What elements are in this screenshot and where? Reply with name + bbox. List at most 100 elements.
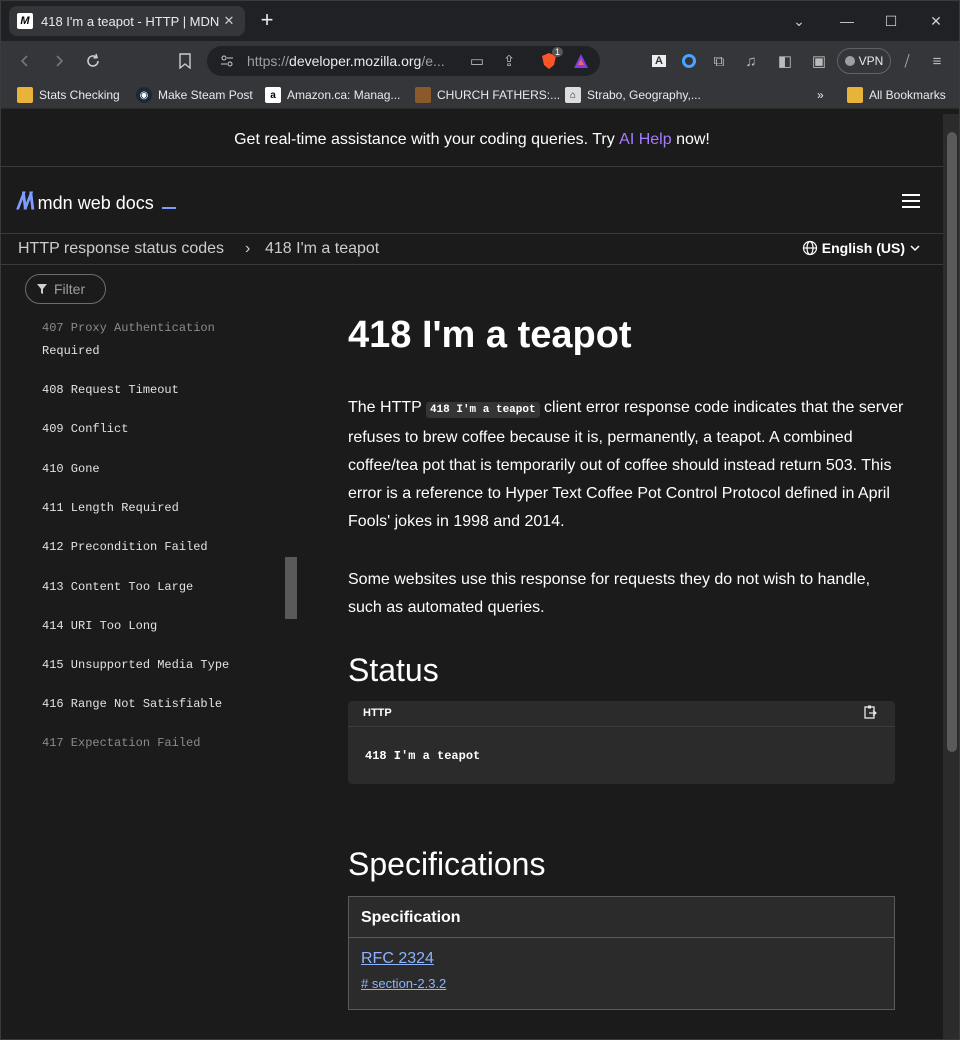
page-scrollbar[interactable] — [943, 114, 959, 1039]
sidebar-item-410[interactable]: 410 Gone — [42, 462, 100, 476]
copy-icon[interactable] — [862, 704, 878, 723]
url-path: /e... — [421, 53, 445, 69]
mdn-logo[interactable]: /\/\ mdn web docs — [17, 188, 176, 216]
code-text: 418 I'm a teapot — [365, 749, 481, 763]
browser-menu-icon[interactable]: ≡ — [925, 49, 949, 73]
mdn-favicon-icon: M — [17, 13, 33, 29]
bookmarks-overflow-icon[interactable]: » — [817, 86, 824, 104]
new-tab-button[interactable]: + — [255, 9, 279, 33]
tab-close-icon[interactable]: ✕ — [221, 13, 237, 29]
back-arrow-icon[interactable] — [13, 49, 37, 73]
cast-icon[interactable]: ▭ — [465, 49, 489, 73]
sidebar-item-408[interactable]: 408 Request Timeout — [42, 383, 179, 397]
translate-extension-icon[interactable]: A — [647, 49, 671, 73]
filter-placeholder: Filter — [54, 281, 86, 297]
forward-arrow-icon[interactable] — [47, 49, 71, 73]
close-window-icon[interactable]: ✕ — [912, 1, 959, 41]
bookmarks-bar: Stats Checking ◉ Make Steam Post a Amazon.… — [1, 81, 959, 109]
banner-text: Get real-time assistance with your codin… — [234, 131, 620, 148]
sidebar-item-415[interactable]: 415 Unsupported Media Type — [42, 658, 229, 672]
ai-help-link[interactable]: AI Help — [619, 131, 671, 149]
bookmark-church-fathers[interactable]: CHURCH FATHERS:... — [415, 86, 560, 104]
sidebar-toggle-icon[interactable]: ◧ — [773, 49, 797, 73]
hamburger-menu-icon[interactable] — [902, 194, 920, 208]
wallet-icon[interactable]: ▣ — [807, 49, 831, 73]
bookmark-label: All Bookmarks — [869, 88, 946, 102]
intro-text: The HTTP — [348, 399, 426, 416]
bookmark-make-steam-post[interactable]: ◉ Make Steam Post — [136, 86, 253, 104]
sidebar-item-412[interactable]: 412 Precondition Failed — [42, 540, 208, 554]
breadcrumb-separator: › — [245, 240, 251, 257]
sidebar-item-407[interactable]: 407 Proxy Authentication — [42, 321, 215, 335]
bookmark-label: Make Steam Post — [158, 88, 253, 102]
sidebar-item-417[interactable]: 417 Expectation Failed — [42, 736, 200, 750]
code-divider — [348, 726, 895, 727]
browser-window: M 418 I'm a teapot - HTTP | MDN ✕ + ⌄ — … — [0, 0, 960, 1040]
brave-shields-icon[interactable]: 1 — [537, 47, 564, 73]
sidebar-item-411[interactable]: 411 Length Required — [42, 501, 179, 515]
breadcrumb: HTTP response status codes › 418 I'm a t… — [1, 233, 943, 265]
tab-search-icon[interactable]: ⌄ — [775, 1, 823, 41]
spec-column-header: Specification — [349, 897, 894, 938]
chevron-down-icon — [910, 245, 920, 252]
mdn-logo-icon: /\/\ — [17, 188, 35, 215]
brave-badge: 1 — [552, 47, 564, 57]
second-paragraph: Some websites use this response for requ… — [348, 571, 871, 616]
site-info-icon[interactable] — [215, 49, 239, 73]
specifications-table: Specification RFC 2324 # section-2.3.2 — [348, 896, 895, 1010]
bookmark-icon[interactable] — [173, 49, 197, 73]
bookmark-label: Strabo, Geography,... — [587, 88, 701, 102]
media-music-icon[interactable]: ♫ — [739, 49, 763, 73]
address-bar[interactable]: https://developer.mozilla.org/e... ▭ ⇪ 1 — [207, 46, 600, 76]
minimize-icon[interactable]: — — [823, 1, 871, 41]
url-scheme: https:// — [247, 53, 290, 69]
intro-text-cont: client error response code indicates tha… — [348, 399, 904, 530]
sidebar-item-414[interactable]: 414 URI Too Long — [42, 619, 157, 633]
inline-code: 418 I'm a teapot — [425, 402, 540, 418]
status-heading: Status — [348, 652, 439, 688]
reload-icon[interactable] — [81, 49, 105, 73]
page-scrollbar-thumb[interactable] — [947, 132, 957, 752]
sidebar-item-413[interactable]: 413 Content Too Large — [42, 580, 193, 594]
maximize-icon[interactable]: ☐ — [867, 1, 915, 41]
share-icon[interactable]: ⇪ — [497, 49, 521, 73]
specifications-heading: Specifications — [348, 846, 546, 882]
section-link[interactable]: # section-2.3.2 — [361, 976, 882, 991]
extension-circle-icon[interactable] — [677, 49, 701, 73]
bookmark-label: Amazon.ca: Manag... — [287, 88, 401, 102]
tab-title: 418 I'm a teapot - HTTP | MDN — [41, 13, 220, 29]
bookmark-all-bookmarks[interactable]: All Bookmarks — [847, 86, 946, 104]
tab-strip: M 418 I'm a teapot - HTTP | MDN ✕ + ⌄ — … — [1, 1, 959, 41]
breadcrumb-current[interactable]: 418 I'm a teapot — [265, 240, 379, 258]
sidebar-nav: Filter 407 Proxy Authentication Required… — [1, 266, 299, 776]
tab-active[interactable]: M 418 I'm a teapot - HTTP | MDN ✕ — [9, 6, 245, 36]
extensions-puzzle-icon[interactable]: ⧉ — [707, 49, 731, 73]
spec-row: RFC 2324 # section-2.3.2 — [349, 938, 894, 1009]
ai-help-banner: Get real-time assistance with your codin… — [1, 114, 943, 167]
language-selector[interactable]: English (US) — [802, 240, 921, 256]
logo-text: mdn web docs — [37, 193, 154, 213]
folder-icon — [17, 87, 33, 103]
vpn-label: VPN — [858, 54, 884, 68]
rfc-2324-link[interactable]: RFC 2324 — [361, 950, 882, 968]
bookmark-strabo[interactable]: ⌂ Strabo, Geography,... — [565, 86, 701, 104]
breadcrumb-parent-link[interactable]: HTTP response status codes — [18, 240, 224, 258]
sidebar-item-416[interactable]: 416 Range Not Satisfiable — [42, 697, 222, 711]
vpn-button[interactable]: VPN — [837, 48, 891, 74]
sidebar-scrollbar-thumb[interactable] — [285, 557, 297, 619]
code-example: HTTP 418 I'm a teapot — [348, 701, 895, 784]
sidebar-item-409[interactable]: 409 Conflict — [42, 422, 128, 436]
filter-input[interactable]: Filter — [25, 274, 106, 304]
url-domain: developer.mozilla.org — [289, 53, 422, 69]
museum-icon: ⌂ — [565, 87, 581, 103]
mdn-header: /\/\ mdn web docs — [1, 168, 943, 233]
web-page: Get real-time assistance with your codin… — [1, 114, 943, 1039]
bookmark-stats-checking[interactable]: Stats Checking — [17, 86, 120, 104]
amazon-icon: a — [265, 87, 281, 103]
leo-ai-icon[interactable]: ⧸ — [895, 49, 919, 73]
brave-rewards-icon[interactable] — [569, 49, 593, 73]
steam-icon: ◉ — [136, 87, 152, 103]
bookmark-amazon[interactable]: a Amazon.ca: Manag... — [265, 86, 400, 104]
code-language-label: HTTP — [363, 707, 392, 719]
sidebar-item-407-cont[interactable]: Required — [42, 344, 100, 358]
